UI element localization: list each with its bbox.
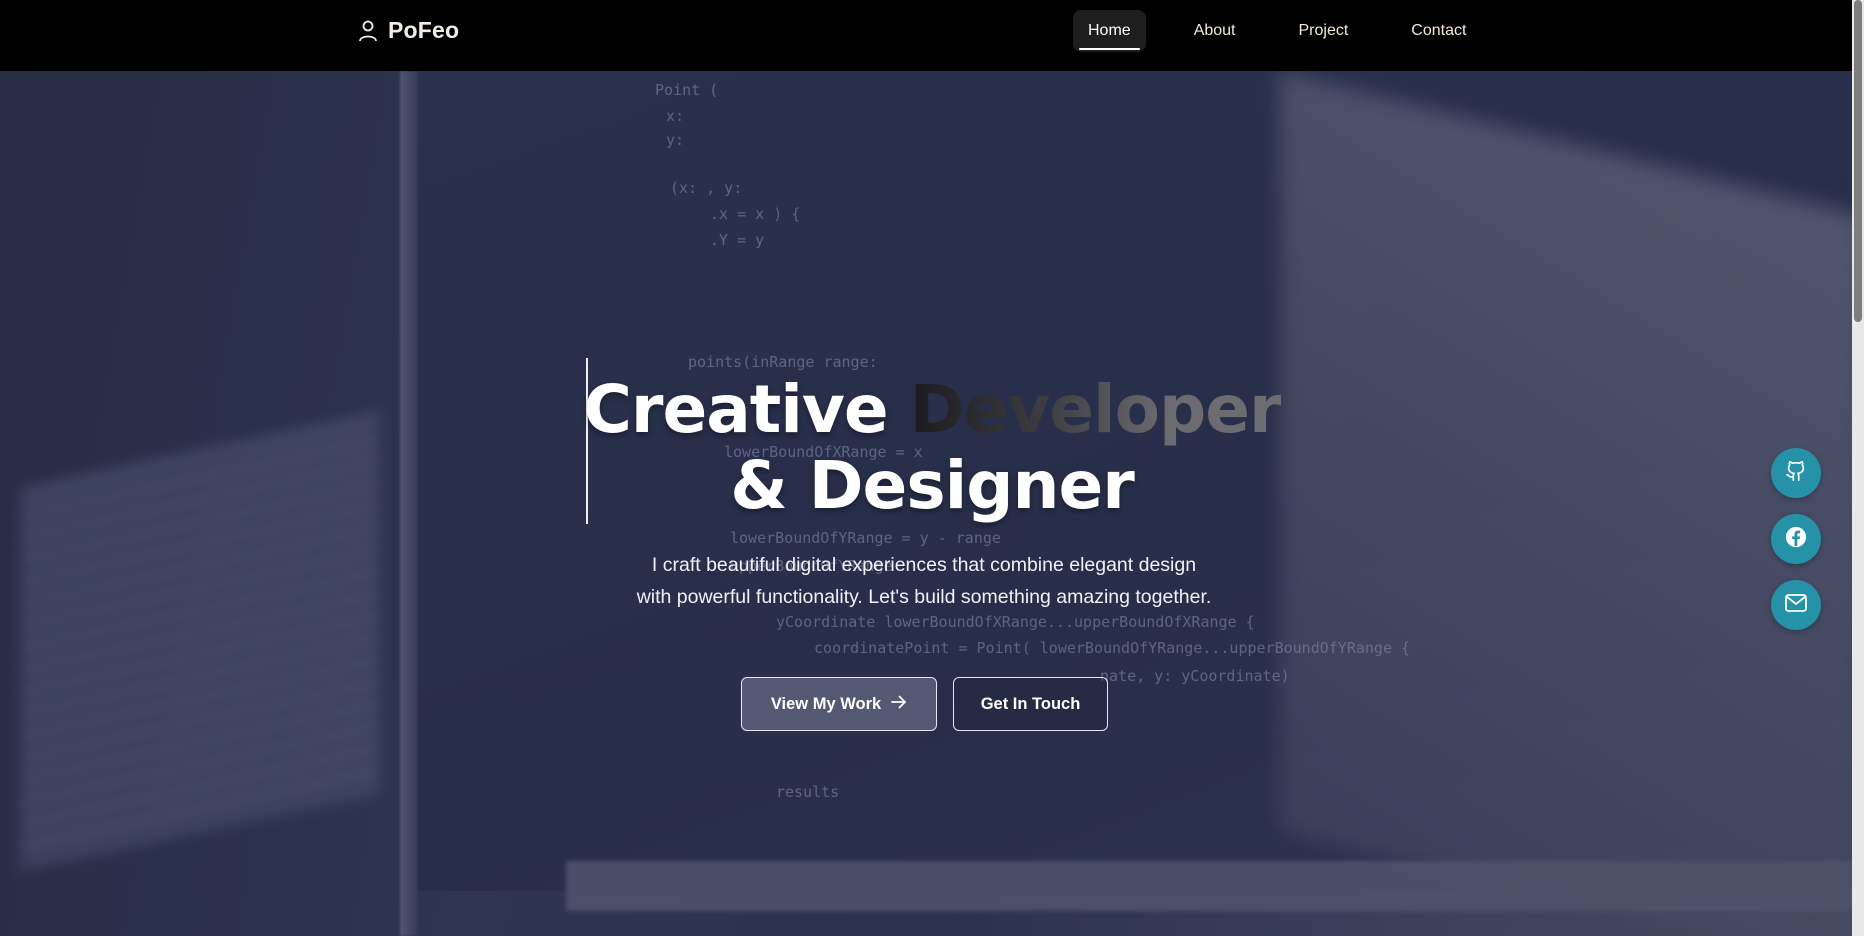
nav-project[interactable]: Project: [1284, 10, 1364, 52]
hero-headline-line2: & Designer: [730, 447, 1135, 524]
navbar: PoFeo Home About Project Contact: [0, 0, 1864, 71]
user-icon: [358, 20, 378, 42]
facebook-link[interactable]: [1771, 514, 1821, 564]
github-icon: [1785, 460, 1807, 487]
hero-content: Creative Developer & Designer I craft be…: [0, 71, 1864, 936]
get-in-touch-label: Get In Touch: [980, 694, 1081, 713]
view-my-work-label: View My Work: [770, 694, 882, 713]
nav-home[interactable]: Home: [1073, 10, 1146, 52]
scrollbar-thumb[interactable]: [1854, 0, 1862, 322]
brand[interactable]: PoFeo: [358, 17, 459, 44]
mail-link[interactable]: [1771, 580, 1821, 630]
facebook-icon: [1785, 526, 1807, 553]
hero-description: I craft beautiful digital experiences th…: [636, 554, 1212, 608]
nav-links: Home About Project Contact: [1073, 10, 1481, 52]
nav-contact[interactable]: Contact: [1396, 10, 1481, 52]
nav-about[interactable]: About: [1179, 10, 1251, 52]
get-in-touch-button[interactable]: Get In Touch: [953, 677, 1108, 731]
view-my-work-button[interactable]: View My Work: [741, 677, 937, 731]
arrow-right-icon: [891, 695, 907, 714]
headline-word-developer: Developer: [909, 371, 1282, 448]
brand-name: PoFeo: [388, 17, 460, 43]
mail-icon: [1785, 593, 1807, 617]
headline-word-creative: Creative: [583, 371, 888, 448]
hero-headline: Creative Developer: [0, 371, 1864, 449]
hero-section: Point ( x: y: (x: , y: .x = x ) { .Y = y…: [0, 71, 1864, 936]
github-link[interactable]: [1771, 448, 1821, 498]
